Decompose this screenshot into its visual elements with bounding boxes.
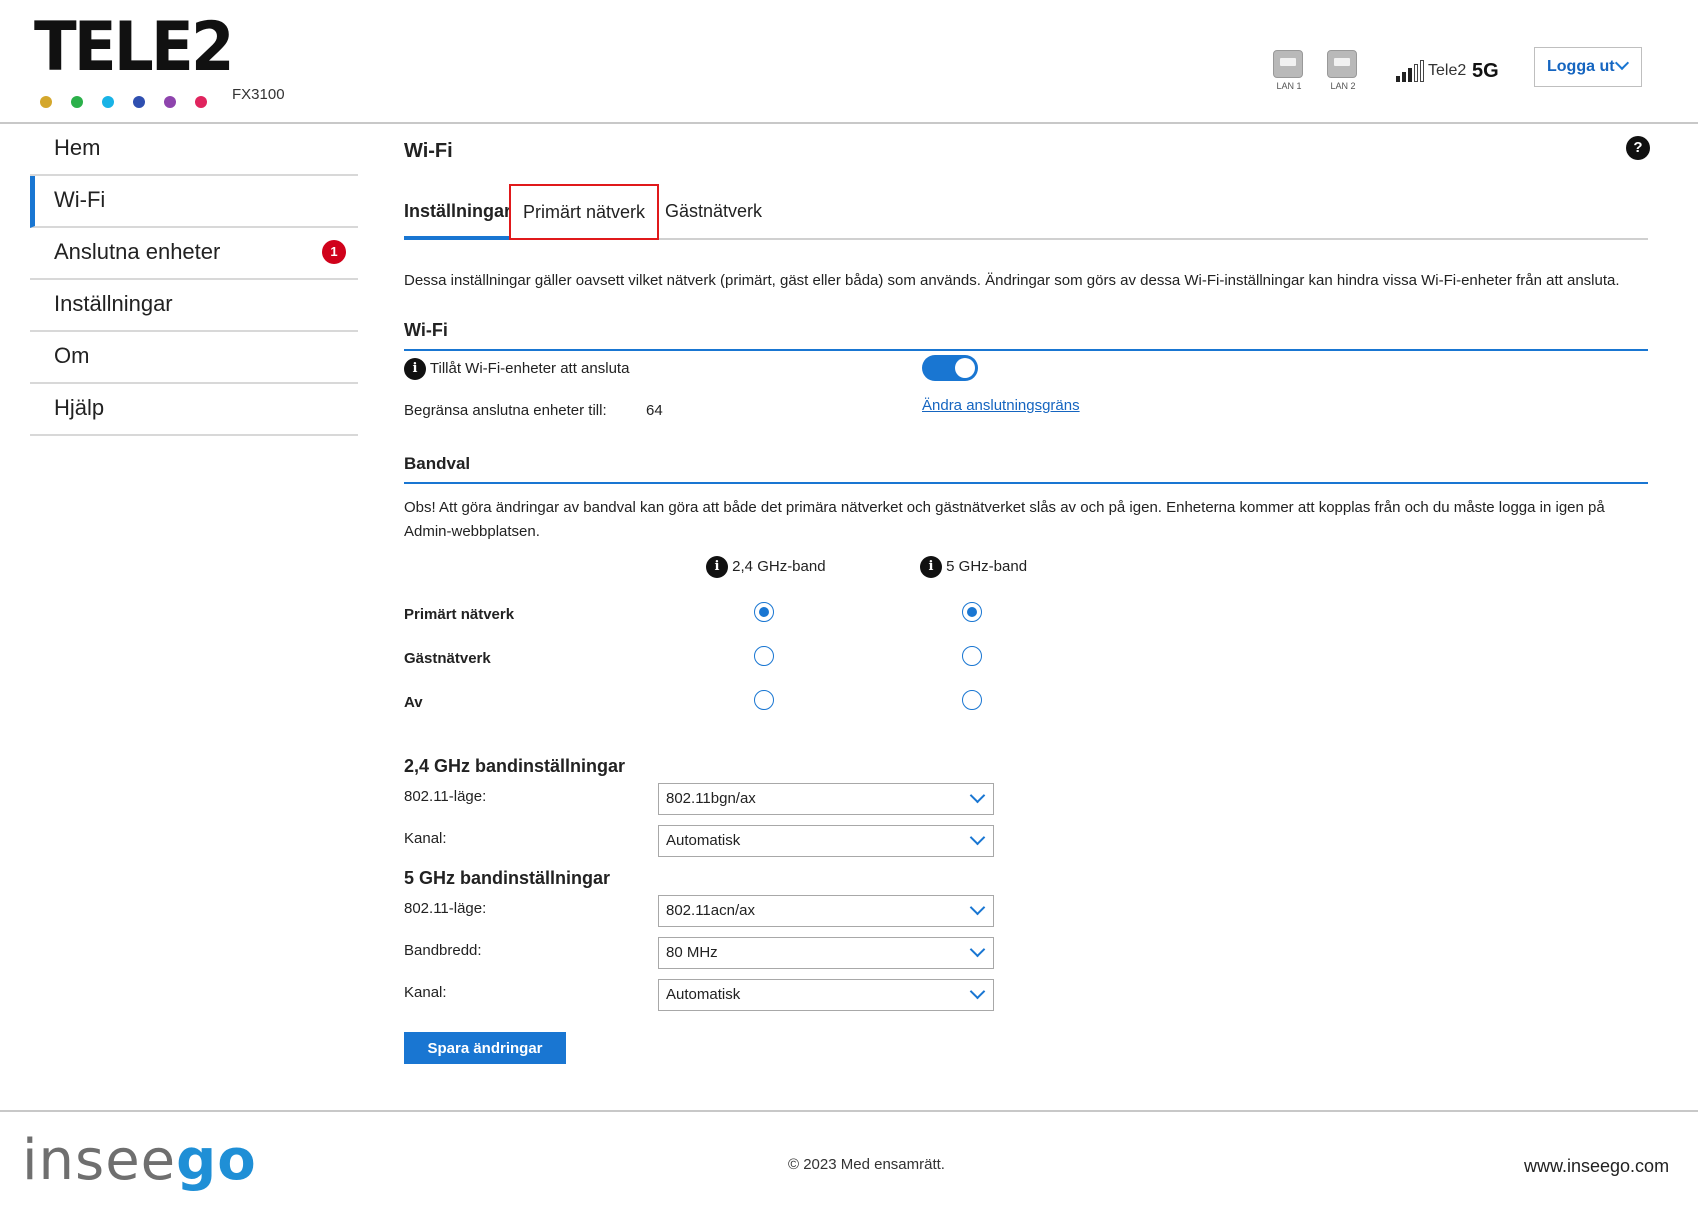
sidebar-item-label: Wi-Fi <box>54 187 106 212</box>
tab-installningar[interactable]: Inställningar <box>404 184 512 240</box>
footer: inseego © 2023 Med ensamrätt. www.inseeg… <box>0 1110 1698 1210</box>
band5-bandwidth-label: Bandbredd: <box>404 942 482 959</box>
band5-mode-label: 802.11-läge: <box>404 900 487 917</box>
band5-mode-select[interactable]: 802.11acn/ax <box>658 895 994 927</box>
logo-dot <box>164 96 176 108</box>
band24-channel-select[interactable]: Automatisk <box>658 825 994 857</box>
sidebar-item-label: Hem <box>54 135 101 160</box>
inseego-logo: inseego <box>22 1128 257 1193</box>
logout-label: Logga ut <box>1547 58 1615 75</box>
lan2-status: LAN 2 <box>1327 50 1359 91</box>
band24-settings-title: 2,4 GHz bandinställningar <box>404 756 626 776</box>
sidebar-item-hjalp[interactable]: Hjälp <box>30 384 358 436</box>
limit-devices-label: Begränsa anslutna enheter till: <box>404 402 607 419</box>
header: TELE2 FX3100 LAN 1 LAN 2 Tele2 5G Logga … <box>0 0 1698 124</box>
change-limit-link[interactable]: Ändra anslutningsgräns <box>922 397 1080 414</box>
band5-column-header: i 5 GHz-band <box>920 556 1027 578</box>
limit-devices-value: 64 <box>646 402 663 419</box>
info-icon[interactable]: i <box>706 556 728 578</box>
chevron-down-icon <box>969 899 986 916</box>
band24-column-header: i 2,4 GHz-band <box>706 556 826 578</box>
band-row-av-label: Av <box>404 694 423 711</box>
band24-column-label: 2,4 GHz-band <box>732 557 826 575</box>
band5-channel-label: Kanal: <box>404 984 447 1001</box>
chevron-down-icon <box>969 829 986 846</box>
radio-primart-24ghz[interactable] <box>754 602 774 622</box>
band-section-title: Bandval <box>404 454 1648 484</box>
settings-description: Dessa inställningar gäller oavsett vilke… <box>404 272 1620 289</box>
band5-channel-select[interactable]: Automatisk <box>658 979 994 1011</box>
sidebar-item-installningar[interactable]: Inställningar <box>30 280 358 332</box>
radio-gast-24ghz[interactable] <box>754 646 774 666</box>
logo-dot <box>71 96 83 108</box>
band-row-primart-label: Primärt nätverk <box>404 606 515 623</box>
band5-settings-title: 5 GHz bandinställningar <box>404 868 611 888</box>
tele2-logo: TELE2 <box>34 8 235 87</box>
lan1-label: LAN 1 <box>1276 81 1302 91</box>
chevron-down-icon <box>969 787 986 804</box>
band-note: Obs! Att göra ändringar av bandval kan g… <box>404 499 1605 540</box>
allow-wifi-toggle[interactable] <box>922 355 978 381</box>
band-row-gast-label: Gästnätverk <box>404 650 491 667</box>
website-link[interactable]: www.inseego.com <box>1524 1156 1669 1177</box>
radio-av-24ghz[interactable] <box>754 690 774 710</box>
logo-dot <box>40 96 52 108</box>
copyright-text: © 2023 Med ensamrätt. <box>788 1156 945 1173</box>
logo-dots <box>40 96 207 108</box>
allow-wifi-label: Tillåt Wi-Fi-enheter att ansluta <box>429 359 630 377</box>
device-model: FX3100 <box>232 86 285 103</box>
band5-bandwidth-value: 80 MHz <box>666 944 718 961</box>
lan1-status: LAN 1 <box>1273 50 1305 91</box>
info-icon[interactable]: i <box>920 556 942 578</box>
chevron-down-icon <box>1614 55 1630 71</box>
band24-channel-label: Kanal: <box>404 830 447 847</box>
inseego-logo-text: insee <box>22 1128 177 1193</box>
sidebar-item-anslutna-enheter[interactable]: Anslutna enheter 1 <box>30 228 358 280</box>
radio-av-5ghz[interactable] <box>962 690 982 710</box>
band5-column-label: 5 GHz-band <box>946 557 1028 575</box>
tab-bar: Inställningar Primärt nätverk Gästnätver… <box>404 184 1648 240</box>
tab-gastnatverk[interactable]: Gästnätverk <box>665 184 762 240</box>
page-title: Wi-Fi <box>404 140 453 162</box>
sidebar: Hem Wi-Fi Anslutna enheter 1 Inställning… <box>30 124 358 436</box>
logo-dot <box>102 96 114 108</box>
band24-mode-label: 802.11-läge: <box>404 788 487 805</box>
inseego-logo-go: go <box>176 1128 257 1193</box>
network-type: 5G <box>1472 60 1499 82</box>
ethernet-port-icon <box>1327 50 1357 78</box>
wifi-section-title: Wi-Fi <box>404 320 1648 351</box>
sidebar-item-label: Anslutna enheter <box>54 239 221 264</box>
radio-primart-5ghz[interactable] <box>962 602 982 622</box>
signal-strength-icon <box>1396 60 1424 82</box>
radio-gast-5ghz[interactable] <box>962 646 982 666</box>
chevron-down-icon <box>969 941 986 958</box>
tab-primart-natverk[interactable]: Primärt nätverk <box>509 184 660 240</box>
sidebar-item-label: Hjälp <box>54 395 105 420</box>
sidebar-item-hem[interactable]: Hem <box>30 124 358 176</box>
carrier-name: Tele2 <box>1428 62 1467 79</box>
ethernet-port-icon <box>1273 50 1303 78</box>
save-button[interactable]: Spara ändringar <box>404 1032 566 1064</box>
sidebar-item-label: Om <box>54 343 90 368</box>
band5-bandwidth-select[interactable]: 80 MHz <box>658 937 994 969</box>
info-icon[interactable]: i <box>404 358 426 380</box>
logout-button[interactable]: Logga ut <box>1534 47 1642 87</box>
logo-dot <box>133 96 145 108</box>
notification-badge: 1 <box>322 240 346 264</box>
sidebar-item-om[interactable]: Om <box>30 332 358 384</box>
allow-wifi-row: i Tillåt Wi-Fi-enheter att ansluta <box>404 358 629 380</box>
lan2-label: LAN 2 <box>1330 81 1356 91</box>
band24-mode-value: 802.11bgn/ax <box>666 790 756 807</box>
sidebar-item-wifi[interactable]: Wi-Fi <box>30 176 358 228</box>
band5-channel-value: Automatisk <box>666 986 741 1003</box>
chevron-down-icon <box>969 983 986 1000</box>
band5-mode-value: 802.11acn/ax <box>666 902 755 919</box>
band24-mode-select[interactable]: 802.11bgn/ax <box>658 783 994 815</box>
band24-channel-value: Automatisk <box>666 832 741 849</box>
help-icon[interactable]: ? <box>1626 136 1650 160</box>
logo-dot <box>195 96 207 108</box>
sidebar-item-label: Inställningar <box>54 291 173 316</box>
